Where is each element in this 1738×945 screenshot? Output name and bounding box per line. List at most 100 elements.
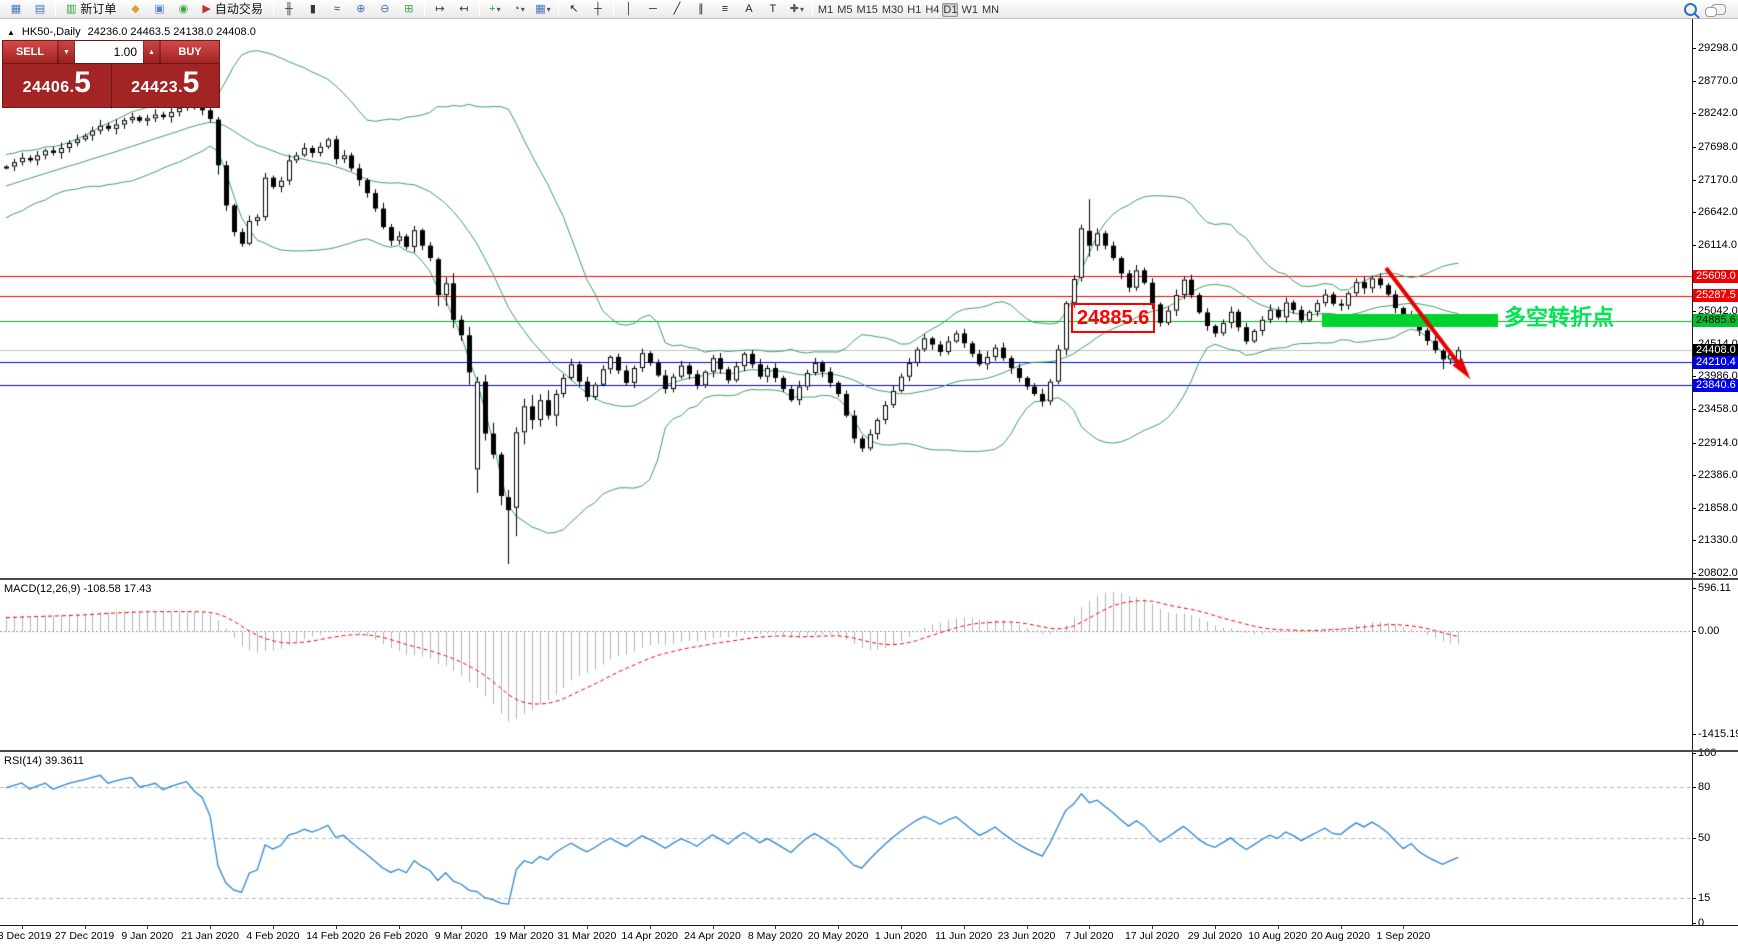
timeframe-m5[interactable]: M5 [836,3,853,17]
chevron-down-icon: ▾ [546,5,551,14]
community-chat-icon[interactable] [1705,3,1726,17]
volume-stepper-down[interactable]: ▼ [58,41,75,63]
price-badge-24885-6: 24885.6 [1693,314,1738,328]
sell-price-pip: 5 [74,66,91,99]
autotrading-button: ▶ [202,3,211,15]
collapse-panel-icon[interactable]: ▲ [7,28,15,37]
date-tick [1089,926,1091,929]
search-icon[interactable] [1684,2,1697,16]
volume-stepper-up[interactable]: ▲ [143,41,160,63]
pivot-text-label[interactable]: 多空转折点 [1504,300,1614,332]
news-icon[interactable]: ◉ [172,0,194,19]
toolbar-separator [612,0,614,16]
zoom-out-icon[interactable]: ⊖ [374,0,396,19]
timeframe-m15[interactable]: M15 [855,3,878,17]
sell-price[interactable]: 24406. 5 [3,64,112,109]
date-tick [398,926,400,929]
price-tick-label: 22386.0 [1693,469,1738,482]
new-order-button[interactable]: ▥ 新订单 [60,0,122,19]
date-tick [1214,926,1216,929]
rsi-axis-label: 50 [1692,832,1711,845]
date-tick [21,926,23,929]
chart-window-icon: ▦ [10,3,22,15]
crosshair-icon[interactable]: ┼ [587,0,609,19]
volume-input[interactable] [75,41,143,63]
chart-shift-icon[interactable]: ↤ [453,0,475,19]
trendline-icon[interactable]: ╱ [666,0,688,19]
timeframe-m1[interactable]: M1 [817,3,834,17]
indicators-button[interactable]: + ▾ [484,0,506,19]
metaeditor-icon[interactable]: ◆ [124,0,146,19]
timeframe-toolbar: M1 M5 M15 M30 H1 H4 D1 W1 MN [816,0,1001,18]
chart-window-icon[interactable]: ▦ [5,0,27,19]
templates-button[interactable]: ▦ ▾ [532,0,554,19]
mailbox-icon[interactable]: ▣ [148,0,170,19]
date-tick [586,926,588,929]
line-chart-mode-icon[interactable]: ≈ [326,0,348,19]
cursor-icon[interactable]: ↖ [563,0,585,19]
timeframe-h1[interactable]: H1 [906,3,922,17]
fibonacci-icon[interactable]: ≡ [714,0,736,19]
chart-symbol-header: ▲ HK50-,Daily 24236.0 24463.5 24138.0 24… [7,26,256,38]
chart-area: ▲ HK50-,Daily 24236.0 24463.5 24138.0 24… [0,19,1738,945]
buy-price[interactable]: 24423. 5 [112,64,220,109]
toolbar-separator [272,0,274,16]
tile-windows-icon[interactable]: ⊞ [398,0,420,19]
vertical-line-icon: │ [625,3,633,15]
indicators-button: + [489,3,496,15]
text-icon[interactable]: A [738,0,760,19]
date-tick [461,926,463,929]
buy-button[interactable]: BUY [160,41,219,63]
date-label: 1 Sep 2020 [1376,930,1431,942]
news-icon: ◉ [178,3,189,15]
candlestick-mode-icon[interactable]: ▮ [302,0,324,19]
toolbar-separator [478,0,480,16]
timeframe-d1[interactable]: D1 [942,3,959,17]
arrow-objects-icon: ✚ [789,3,799,15]
periods-button[interactable]: ◔ ▾ [508,0,530,19]
toolbar-separator [55,0,56,16]
zoom-in-icon[interactable]: ⊕ [350,0,372,19]
date-tick [84,926,86,929]
macd-axis-label: -1415.19 [1692,727,1738,741]
macd-rsi-pane-separator[interactable] [0,750,1738,752]
autotrading-button[interactable]: ▶ 自动交易 [196,0,268,19]
arrow-objects-icon[interactable]: ✚ ▾ [786,0,808,19]
date-tick [649,926,651,929]
price-tick-label: 27698.0 [1693,140,1738,153]
price-badge-25287-5: 25287.5 [1693,289,1738,303]
timeframe-h4[interactable]: H4 [924,3,940,17]
equidistant-channel-icon: ∥ [698,3,704,15]
date-tick [900,926,902,929]
auto-scroll-icon[interactable]: ↦ [429,0,451,19]
toolbar-separator [423,0,425,16]
timeframe-mn[interactable]: MN [981,3,1000,17]
price-tick-label: 28770.0 [1693,74,1738,87]
candlestick-mode-icon: ▮ [309,3,316,15]
date-axis[interactable]: 13 Dec 201927 Dec 20199 Jan 202021 Jan 2… [0,925,1738,945]
horizontal-line-icon[interactable]: ─ [642,0,664,19]
equidistant-channel-icon[interactable]: ∥ [690,0,712,19]
price-tick-label: 23458.0 [1693,402,1738,415]
text-label-icon[interactable]: T [762,0,784,19]
price-tick-label: 29298.0 [1693,41,1738,54]
price-tick-label: 26114.0 [1693,238,1737,251]
timeframe-m30[interactable]: M30 [881,3,904,17]
text-label-icon: T [769,3,777,15]
price-callout-box[interactable]: 24885.6 [1071,303,1156,333]
buy-price-pip: 5 [182,66,200,99]
price-chart-canvas[interactable] [0,19,1692,925]
main-macd-pane-separator[interactable] [0,578,1738,580]
down-trend-arrow[interactable] [1386,268,1462,368]
data-window-icon[interactable]: ▤ [29,0,51,19]
date-tick [147,926,149,929]
sell-button[interactable]: SELL [3,41,58,63]
bar-chart-mode-icon[interactable]: ╫ [278,0,300,19]
vertical-line-icon[interactable]: │ [618,0,640,19]
price-scale[interactable]: 29298.0 28770.0 28242.0 27698.0 27170.0 26642… [1692,19,1738,929]
horizontal-support-line-23840[interactable] [0,384,1692,387]
timeframe-w1[interactable]: W1 [960,3,979,17]
date-tick [1340,926,1342,929]
toolbar-right [1684,2,1734,17]
toolbar-separator [557,0,559,16]
